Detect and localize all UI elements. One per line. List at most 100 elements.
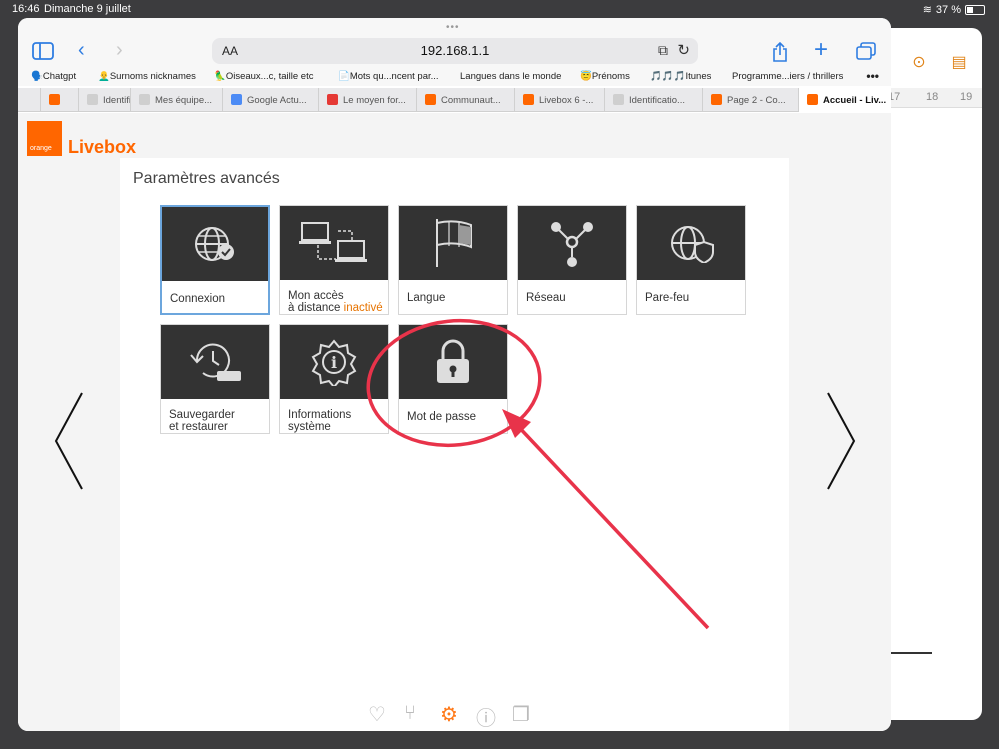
page-title: Paramètres avancés [133,170,280,187]
browser-tab[interactable] [40,88,78,112]
tile-connexion[interactable]: Connexion [160,205,270,315]
status-date: Dimanche 9 juillet [44,3,131,15]
tile-label: Langue [407,292,446,304]
divider [890,652,932,654]
tab-favicon-icon [49,94,60,105]
remote-computers-icon [280,206,388,280]
status-time: 16:46 [12,3,40,15]
tile-label: Informations système [288,409,388,433]
bookmark-item[interactable]: 😇Prénoms [580,71,630,82]
tile-label-line: Sauvegarder [169,409,235,421]
ellipsis-circle-icon[interactable]: ⊙ [910,54,928,72]
globe-shield-icon [637,206,745,280]
share-icon[interactable] [772,41,788,66]
status-right: ≋ 37 % [923,3,985,16]
address-bar[interactable]: AA 192.168.1.1 ⧉ ↻ [212,38,698,64]
livebox-page: orange Livebox Paramètres avancés Connex… [18,113,891,731]
browser-tab[interactable]: Page 2 - Co... [702,88,798,112]
tile-label: Pare-feu [645,292,690,304]
tab-favicon-icon [139,94,150,105]
tile-password[interactable]: Mot de passe [398,324,508,434]
browser-tab[interactable]: Livebox 6 -... [514,88,604,112]
browser-tab[interactable]: Le moyen for... [318,88,416,112]
tile-label: Mot de passe [407,411,477,423]
tile-label-line: Mon accès [288,290,344,302]
tab-favicon-icon [613,94,624,105]
tile-firewall[interactable]: Pare-feu [636,205,746,315]
tile-system-info[interactable]: i Informations système [279,324,389,434]
browser-tab[interactable]: Communaut... [416,88,514,112]
battery-fill [967,6,973,13]
url-text[interactable]: 192.168.1.1 [212,43,698,58]
sidebar-icon[interactable] [32,42,54,64]
bookmark-item[interactable]: 🦜Oiseaux...c, taille etc [214,71,313,82]
tab-label: Identifi [103,95,130,106]
backup-restore-icon [161,325,269,399]
bookmark-item[interactable]: 👨‍🦲Surnoms nicknames [98,71,196,82]
tab-favicon-icon [231,94,242,105]
tab-label: Google Actu... [247,95,307,106]
tab-label: Accueil - Liv... [823,95,887,106]
battery-percent: 37 % [935,3,961,16]
bookmarks-bar: 🗣️Chatgpt 👨‍🦲Surnoms nicknames 🦜Oiseaux.… [18,68,891,88]
tile-label: Connexion [170,293,225,305]
orange-logo: orange [27,121,62,156]
bookmark-item[interactable]: 🗣️Chatgpt [31,71,76,82]
forward-icon[interactable]: › [116,40,123,60]
settings-panel: Paramètres avancés Connexion Mon accès à… [120,158,789,731]
extension-icon[interactable]: ⧉ [658,42,668,59]
info-gear-icon: i [280,325,388,399]
bookmark-item[interactable]: 📄Mots qu...ncent par... [338,71,439,82]
browser-tab[interactable]: Google Actu... [222,88,318,112]
tile-label: Sauvegarder et restaurer [169,409,269,433]
tab-label: Page 2 - Co... [727,95,786,106]
svg-text:i: i [331,353,337,372]
tab-favicon-icon [711,94,722,105]
tile-backup-restore[interactable]: Sauvegarder et restaurer [160,324,270,434]
help-icon[interactable]: ⓘ [476,702,496,731]
next-arrow-icon[interactable] [826,391,856,491]
tile-label: Mon accès à distance inactivé [288,290,388,314]
reload-icon[interactable]: ↻ [677,41,690,59]
tab-label: Identificatio... [629,95,685,106]
bookmark-item[interactable]: Langues dans le monde [460,71,561,82]
tile-label-line: Informations [288,409,352,421]
gear-icon[interactable]: ⚙ [440,702,458,727]
flag-icon [399,206,507,280]
network-icon[interactable]: ⑂ [404,702,416,725]
back-icon[interactable]: ‹ [78,40,85,60]
windows-icon[interactable]: ❐ [512,702,530,727]
tile-network[interactable]: Réseau [517,205,627,315]
browser-tab[interactable]: Mes équipe... [130,88,222,112]
padlock-icon [399,325,507,399]
tile-label-line: à distance [288,302,341,314]
tab-bar: Identifi Mes équipe... Google Actu... Le mo… [18,88,891,112]
heart-icon[interactable]: ♡ [368,702,386,727]
tab-label: Mes équipe... [155,95,213,106]
tab-label: Livebox 6 -... [539,95,594,106]
bookmark-item[interactable]: Programme...iers / thrillers [732,71,843,82]
tab-favicon-icon [523,94,534,105]
tile-language[interactable]: Langue [398,205,508,315]
browser-tab[interactable]: Accueil - Liv... [798,88,891,112]
status-inactive: inactivé [343,302,383,314]
tile-label: Réseau [526,292,566,304]
bottom-nav: ♡ ⑂ ⚙ ⓘ ❐ [368,702,548,730]
tab-favicon-icon [327,94,338,105]
tab-favicon-icon [807,94,818,105]
previous-arrow-icon[interactable] [54,391,84,491]
tile-remote-access[interactable]: Mon accès à distance inactivé [279,205,389,315]
tab-overview-icon[interactable] [856,42,876,64]
battery-icon [965,4,985,15]
browser-tab[interactable]: Identifi [78,88,130,112]
document-icon[interactable]: ▤ [950,54,968,72]
new-tab-icon[interactable]: + [814,38,828,62]
ruler-mark: 18 [926,91,939,103]
tile-label-line: et restaurer [169,421,228,433]
window-handle[interactable]: ••• [446,22,460,33]
browser-tab[interactable]: Identificatio... [604,88,702,112]
bookmark-item[interactable]: 🎵🎵🎵Itunes [650,71,711,82]
more-bookmarks-icon[interactable]: ••• [866,69,879,83]
globe-check-icon [162,207,268,281]
background-window[interactable]: ⊙ ▤ 17 18 19 [880,28,982,720]
